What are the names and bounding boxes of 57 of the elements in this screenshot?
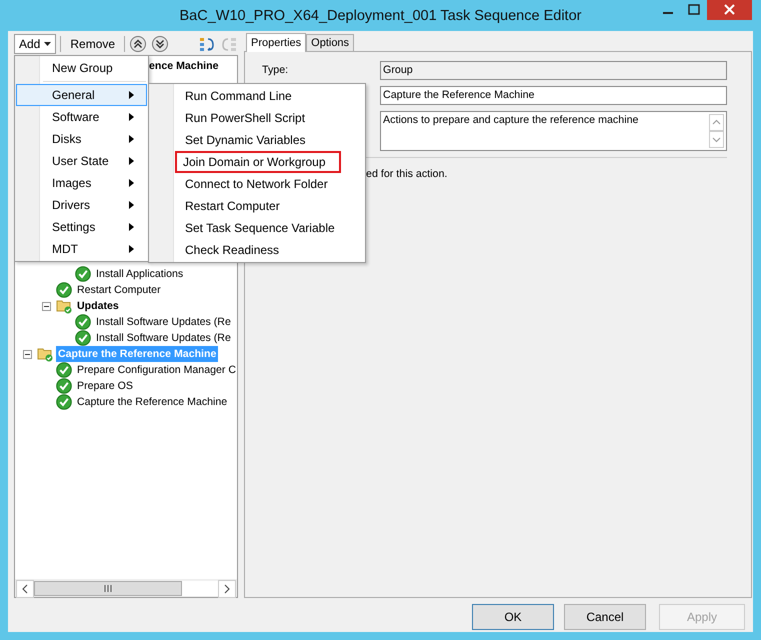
- check-icon: [75, 314, 91, 330]
- tree-item[interactable]: Prepare Configuration Manager C: [75, 362, 237, 378]
- menu-item[interactable]: Connect to Network Folder: [150, 173, 364, 195]
- type-field: Group: [380, 61, 727, 80]
- move-up-icon[interactable]: [129, 35, 148, 53]
- menu-item[interactable]: Disks: [16, 128, 147, 150]
- scroll-left-icon[interactable]: [16, 580, 34, 598]
- scroll-right-icon[interactable]: [218, 580, 236, 598]
- dialog-button[interactable]: Cancel: [564, 604, 646, 630]
- remove-button[interactable]: Remove: [65, 34, 120, 54]
- tab[interactable]: Options: [306, 34, 354, 51]
- window-title: BaC_W10_PRO_X64_Deployment_001 Task Sequence Editor: [180, 8, 582, 24]
- scrollbar-thumb[interactable]: [34, 581, 182, 596]
- close-icon[interactable]: [707, 0, 752, 20]
- info-text: ed for this action.: [365, 168, 448, 180]
- menu-item[interactable]: Restart Computer: [150, 195, 364, 217]
- tree-item[interactable]: Updates: [75, 298, 121, 314]
- tree-item[interactable]: Capture the Reference Machine: [75, 394, 230, 410]
- menu-item[interactable]: Run Command Line: [150, 85, 364, 107]
- menu-item[interactable]: Settings: [16, 216, 147, 238]
- description-text: Actions to prepare and capture the reference machine: [383, 114, 638, 128]
- menu-item[interactable]: MDT: [16, 238, 147, 260]
- menu-item[interactable]: Join Domain or Workgroup: [175, 151, 341, 173]
- check-icon: [56, 362, 72, 378]
- tree-item[interactable]: Restart Computer: [75, 282, 163, 298]
- menu-item[interactable]: Images: [16, 172, 147, 194]
- tree-item[interactable]: Install Software Updates (Re: [94, 314, 233, 330]
- check-icon: [56, 378, 72, 394]
- menu-item[interactable]: User State: [16, 150, 147, 172]
- move-down-icon[interactable]: [151, 35, 170, 53]
- menu-item[interactable]: New Group: [16, 57, 147, 79]
- tree-item[interactable]: Install Software Updates (Re: [94, 330, 233, 346]
- menu-item[interactable]: Run PowerShell Script: [150, 107, 364, 129]
- folder-icon: [56, 298, 72, 314]
- list-arrow-icon[interactable]: [198, 35, 216, 53]
- check-icon: [75, 330, 91, 346]
- tree-item[interactable]: Install Applications: [94, 266, 186, 282]
- caret-icon: [44, 42, 52, 46]
- name-field[interactable]: Capture the Reference Machine: [380, 86, 727, 105]
- add-button[interactable]: Add: [14, 34, 56, 54]
- menu-item[interactable]: Check Readiness: [150, 239, 364, 261]
- field-label: Type:: [262, 63, 290, 76]
- menu-item[interactable]: Software: [16, 106, 147, 128]
- tree-item[interactable]: ence Machine: [147, 58, 220, 74]
- tree-item[interactable]: Prepare OS: [75, 378, 135, 394]
- dialog-button[interactable]: OK: [472, 604, 554, 630]
- check-icon: [56, 282, 72, 298]
- menu-item[interactable]: Drivers: [16, 194, 147, 216]
- check-icon: [56, 394, 72, 410]
- collapse-icon[interactable]: [42, 302, 51, 310]
- collapse-icon[interactable]: [23, 350, 32, 358]
- menu-item[interactable]: General: [16, 84, 147, 106]
- menu-item[interactable]: Set Dynamic Variables: [150, 129, 364, 151]
- tab[interactable]: Properties: [246, 33, 306, 52]
- check-icon: [75, 266, 91, 282]
- folder-icon: [37, 346, 53, 362]
- menu-item[interactable]: Set Task Sequence Variable: [150, 217, 364, 239]
